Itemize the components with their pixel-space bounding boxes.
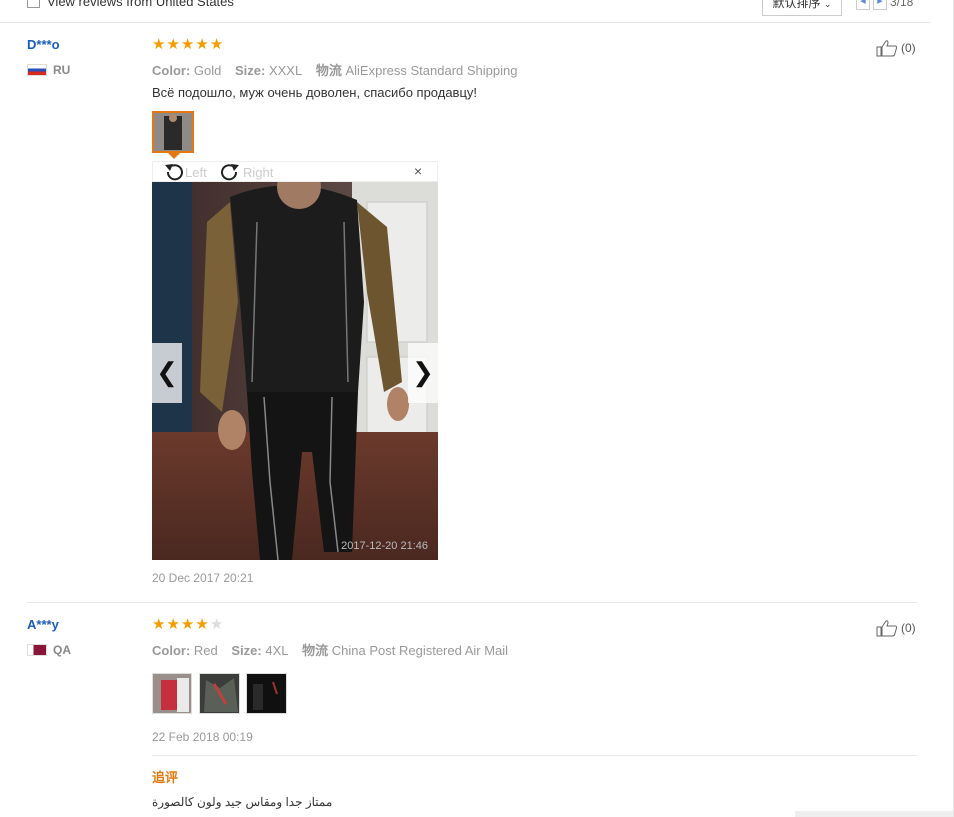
- review-toolbar: View reviews from United States 默认排序 ⌄ ◀…: [0, 0, 930, 23]
- review-photo-thumbnail[interactable]: [152, 673, 192, 714]
- helpful-button[interactable]: (0): [876, 619, 916, 637]
- next-photo-button[interactable]: ❯: [408, 343, 438, 403]
- helpful-count: (0): [901, 621, 916, 635]
- rotate-left-icon: [165, 164, 183, 181]
- us-reviews-filter-label: View reviews from United States: [47, 0, 234, 9]
- page-bottom-strip: [795, 811, 953, 817]
- shipping-value: AliExpress Standard Shipping: [345, 63, 518, 78]
- shipping-label: 物流: [302, 643, 329, 658]
- review-photo-image: [152, 182, 438, 560]
- thumbnail-pointer: [167, 152, 181, 159]
- reviewer-name[interactable]: D***o: [27, 37, 60, 52]
- chevron-left-icon: ❮: [156, 357, 178, 387]
- review-photo-thumbnail[interactable]: [199, 673, 240, 714]
- review-photo: ❮ ❯ 2017-12-20 21:46: [152, 182, 438, 560]
- us-reviews-checkbox[interactable]: [27, 0, 40, 8]
- sort-dropdown[interactable]: 默认排序 ⌄: [762, 0, 842, 16]
- review-date: 22 Feb 2018 00:19: [152, 730, 253, 744]
- chevron-down-icon: ⌄: [823, 0, 832, 9]
- order-attributes: Color: Red Size: 4XL 物流 China Post Regis…: [152, 640, 508, 659]
- star-icon: ★: [209, 616, 224, 633]
- photo-timestamp-watermark: 2017-12-20 21:46: [341, 540, 428, 552]
- flag-icon: [27, 64, 47, 76]
- size-label: Size:: [231, 643, 262, 658]
- flag-icon: [27, 644, 47, 656]
- reviewer-country: RU: [27, 63, 70, 77]
- page-indicator: 3/18: [890, 0, 914, 9]
- close-viewer-button[interactable]: ×: [414, 163, 422, 179]
- reviewer-name[interactable]: A***y: [27, 617, 59, 632]
- additional-review-text: ممتاز جدا ومقاس جيد ولون كالصورة: [152, 795, 333, 809]
- helpful-count: (0): [901, 41, 916, 55]
- shipping-value: China Post Registered Air Mail: [331, 643, 509, 658]
- star-icon: ★: [195, 36, 209, 53]
- photo-thumbnail-image: [247, 674, 286, 713]
- review-photo-thumbnail[interactable]: [246, 673, 287, 714]
- review-photo-thumbnail[interactable]: [152, 111, 194, 153]
- star-icon: ★: [152, 616, 166, 633]
- chevron-right-icon: ❯: [412, 357, 434, 387]
- photo-thumbnail-image: [154, 113, 192, 151]
- color-value: Gold: [193, 63, 222, 78]
- additional-review-label: 追评: [152, 770, 179, 785]
- rotate-left-button[interactable]: Left: [163, 163, 207, 181]
- reviewer-country: QA: [27, 643, 71, 657]
- review-text: Всё подошло, муж очень доволен, спасибо …: [152, 85, 478, 100]
- review-divider: [27, 602, 917, 603]
- star-icon: ★: [166, 616, 180, 633]
- size-value: 4XL: [265, 643, 289, 658]
- pager: ◀ ▶ 3/18: [856, 0, 913, 10]
- rotate-left-label: Left: [185, 164, 207, 180]
- photo-viewer: Left Right × ❮ ❯ 2017-12-20 21:46: [152, 161, 438, 560]
- previous-photo-button[interactable]: ❮: [152, 343, 182, 403]
- review-date: 20 Dec 2017 20:21: [152, 571, 254, 585]
- additional-review-divider: [152, 755, 917, 756]
- country-code: RU: [53, 63, 71, 77]
- star-rating: ★ ★ ★ ★ ★: [152, 37, 223, 52]
- rotate-right-label: Right: [243, 164, 274, 180]
- size-value: XXXL: [268, 63, 303, 78]
- helpful-button[interactable]: (0): [876, 39, 916, 57]
- prev-page-button[interactable]: ◀: [856, 0, 870, 10]
- viewer-toolbar: Left Right ×: [152, 161, 438, 182]
- star-icon: ★: [195, 616, 209, 633]
- thumbs-up-icon: [876, 40, 898, 57]
- star-icon: ★: [166, 36, 180, 53]
- thumbs-up-icon: [876, 620, 898, 637]
- rotate-right-button[interactable]: Right: [219, 163, 273, 181]
- color-value: Red: [193, 643, 218, 658]
- rotate-right-icon: [221, 164, 239, 181]
- star-icon: ★: [152, 36, 166, 53]
- star-icon: ★: [209, 36, 224, 53]
- photo-thumbnail-image: [153, 674, 191, 713]
- color-label: Color:: [152, 63, 191, 78]
- star-icon: ★: [180, 36, 195, 53]
- order-attributes: Color: Gold Size: XXXL 物流 AliExpress Sta…: [152, 60, 517, 79]
- star-icon: ★: [180, 616, 195, 633]
- color-label: Color:: [152, 643, 191, 658]
- star-rating: ★ ★ ★ ★ ★: [152, 617, 223, 632]
- country-code: QA: [53, 643, 71, 657]
- next-page-button[interactable]: ▶: [873, 0, 887, 10]
- photo-thumbnail-image: [200, 674, 239, 713]
- size-label: Size:: [235, 63, 266, 78]
- sort-dropdown-label: 默认排序: [772, 0, 821, 10]
- shipping-label: 物流: [315, 63, 342, 78]
- us-reviews-filter[interactable]: View reviews from United States: [27, 0, 234, 9]
